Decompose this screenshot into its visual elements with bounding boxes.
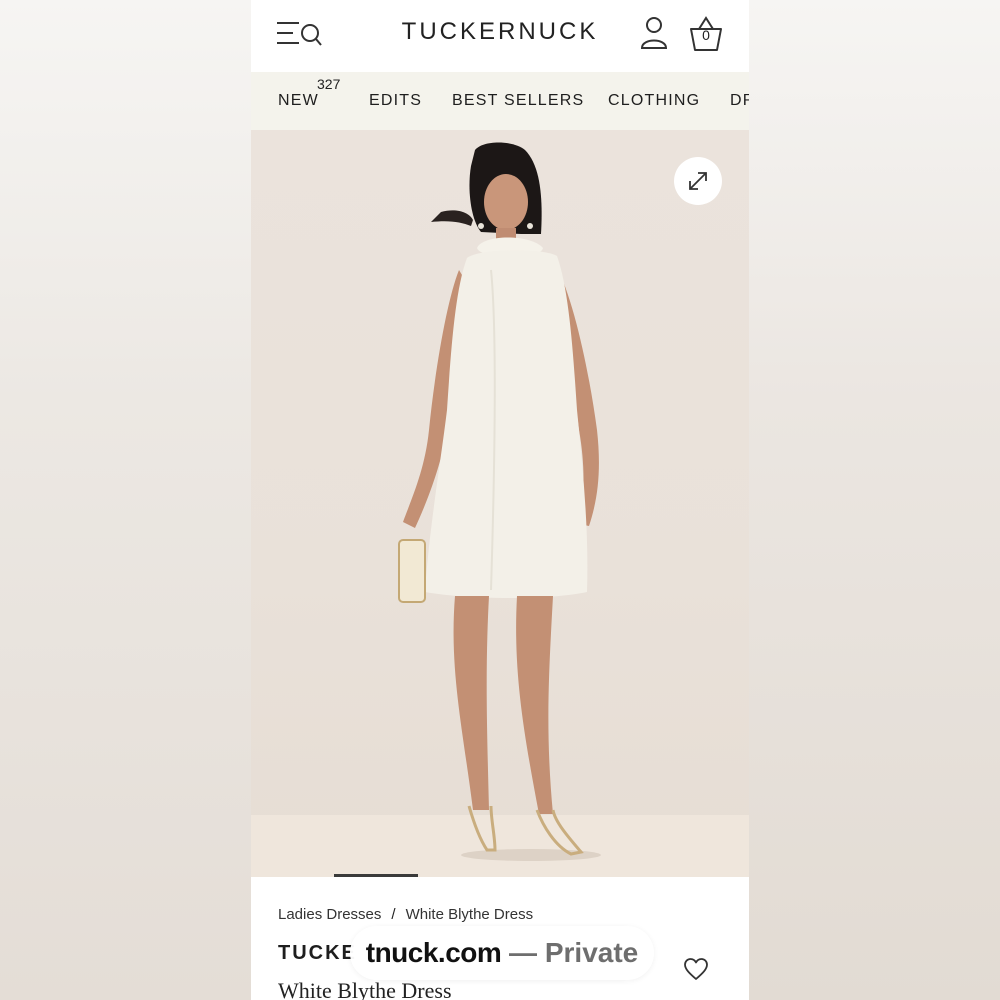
site-header: TUCKERNUCK 0 [251, 0, 749, 72]
nav-item-label: EDITS [369, 92, 423, 109]
breadcrumb-separator: / [391, 906, 396, 923]
expand-icon [689, 172, 707, 190]
background-left [0, 0, 251, 1000]
nav-new-count-badge: 327 [317, 76, 341, 92]
breadcrumb-item-ladies-dresses[interactable]: Ladies Dresses [278, 906, 381, 923]
nav-item-label: DR [730, 92, 749, 109]
browser-url-pill[interactable]: tnuck.com — Private [350, 926, 654, 980]
account-icon[interactable] [640, 16, 668, 50]
gallery-progress-track [251, 877, 749, 880]
category-nav: NEW 327 EDITS BEST SELLERS CLOTHING DR [251, 72, 749, 130]
gallery-progress-indicator [334, 874, 418, 877]
nav-item-dresses[interactable]: DR [730, 92, 749, 110]
nav-item-new[interactable]: NEW [278, 92, 319, 110]
nav-item-edits[interactable]: EDITS [369, 92, 422, 110]
model-photo [398, 142, 601, 861]
nav-item-best-sellers[interactable]: BEST SELLERS [452, 92, 584, 110]
breadcrumb: Ladies Dresses / White Blythe Dress [278, 906, 533, 923]
bag-count: 0 [702, 27, 710, 43]
nav-item-clothing[interactable]: CLOTHING [608, 92, 700, 110]
url-domain: tnuck.com [365, 937, 502, 968]
url-separator: — [501, 937, 545, 968]
url-private-label: Private [544, 937, 639, 968]
breadcrumb-item-current[interactable]: White Blythe Dress [406, 906, 534, 923]
product-image[interactable] [251, 130, 749, 877]
heart-icon[interactable] [683, 957, 709, 981]
background-right [749, 0, 1000, 1000]
mobile-page: TUCKERNUCK 0 NEW 327 EDITS BEST SELLERS … [251, 0, 749, 1000]
nav-item-label: BEST SELLERS [452, 92, 585, 109]
nav-item-label: CLOTHING [608, 92, 701, 109]
site-logo[interactable]: TUCKERNUCK [251, 18, 749, 46]
expand-button[interactable] [674, 157, 722, 205]
product-brand: TUCKE [278, 942, 357, 964]
product-title: White Blythe Dress [278, 978, 452, 1000]
nav-item-label: NEW [278, 92, 319, 109]
